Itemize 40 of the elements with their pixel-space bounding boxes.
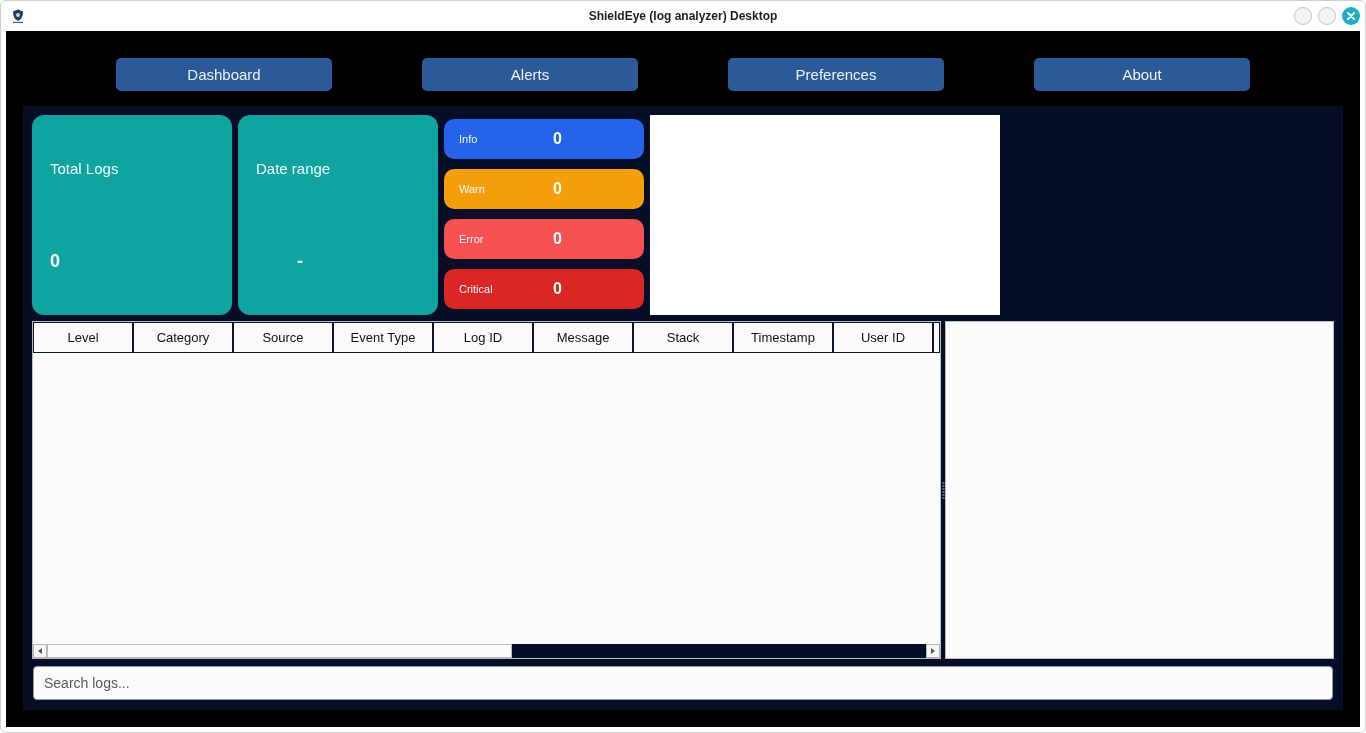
nav-button[interactable]: About [1034, 58, 1250, 91]
shield-logo-icon [12, 9, 24, 23]
level-label: Info [459, 133, 479, 145]
scroll-right-button[interactable] [926, 644, 940, 658]
card-value: 0 [50, 251, 61, 271]
column-header[interactable]: User ID [833, 322, 933, 353]
level-count: 0 [553, 180, 562, 198]
search-field[interactable]: Search logs... [33, 666, 1333, 700]
left-triangle-icon [38, 648, 42, 654]
card-value: - [296, 251, 304, 271]
level-label: Critical [459, 283, 494, 295]
column-header[interactable]: Category [133, 322, 233, 353]
grip-icon [941, 481, 945, 499]
card-label: Total Logs [50, 160, 120, 177]
window-title: ShieldEye (log analyzer) Desktop [588, 9, 778, 23]
scroll-left-button[interactable] [33, 644, 47, 658]
level-label: Error [459, 233, 485, 245]
level-count: 0 [553, 280, 562, 298]
level-count: 0 [553, 230, 562, 248]
level-count: 0 [553, 130, 562, 148]
card-label: Date range [256, 160, 332, 177]
column-header[interactable]: Stack [633, 322, 733, 353]
column-header[interactable]: Event Type [333, 322, 433, 353]
minimize-button[interactable] [1294, 7, 1312, 25]
scrollbar-thumb[interactable] [47, 644, 512, 658]
column-header[interactable]: Message [533, 322, 633, 353]
nav-button[interactable]: Alerts [422, 58, 638, 91]
close-icon [1347, 12, 1355, 20]
column-header[interactable] [933, 322, 940, 353]
horizontal-scrollbar[interactable] [33, 644, 940, 658]
column-header[interactable]: Timestamp [733, 322, 833, 353]
maximize-button[interactable] [1318, 7, 1336, 25]
level-label: Warn [459, 183, 486, 195]
right-triangle-icon [931, 648, 935, 654]
nav-button[interactable]: Preferences [728, 58, 944, 91]
column-header[interactable]: Level [33, 322, 133, 353]
nav-button[interactable]: Dashboard [116, 58, 332, 91]
column-header[interactable]: Log ID [433, 322, 533, 353]
column-header[interactable]: Source [233, 322, 333, 353]
close-button[interactable] [1342, 7, 1360, 25]
